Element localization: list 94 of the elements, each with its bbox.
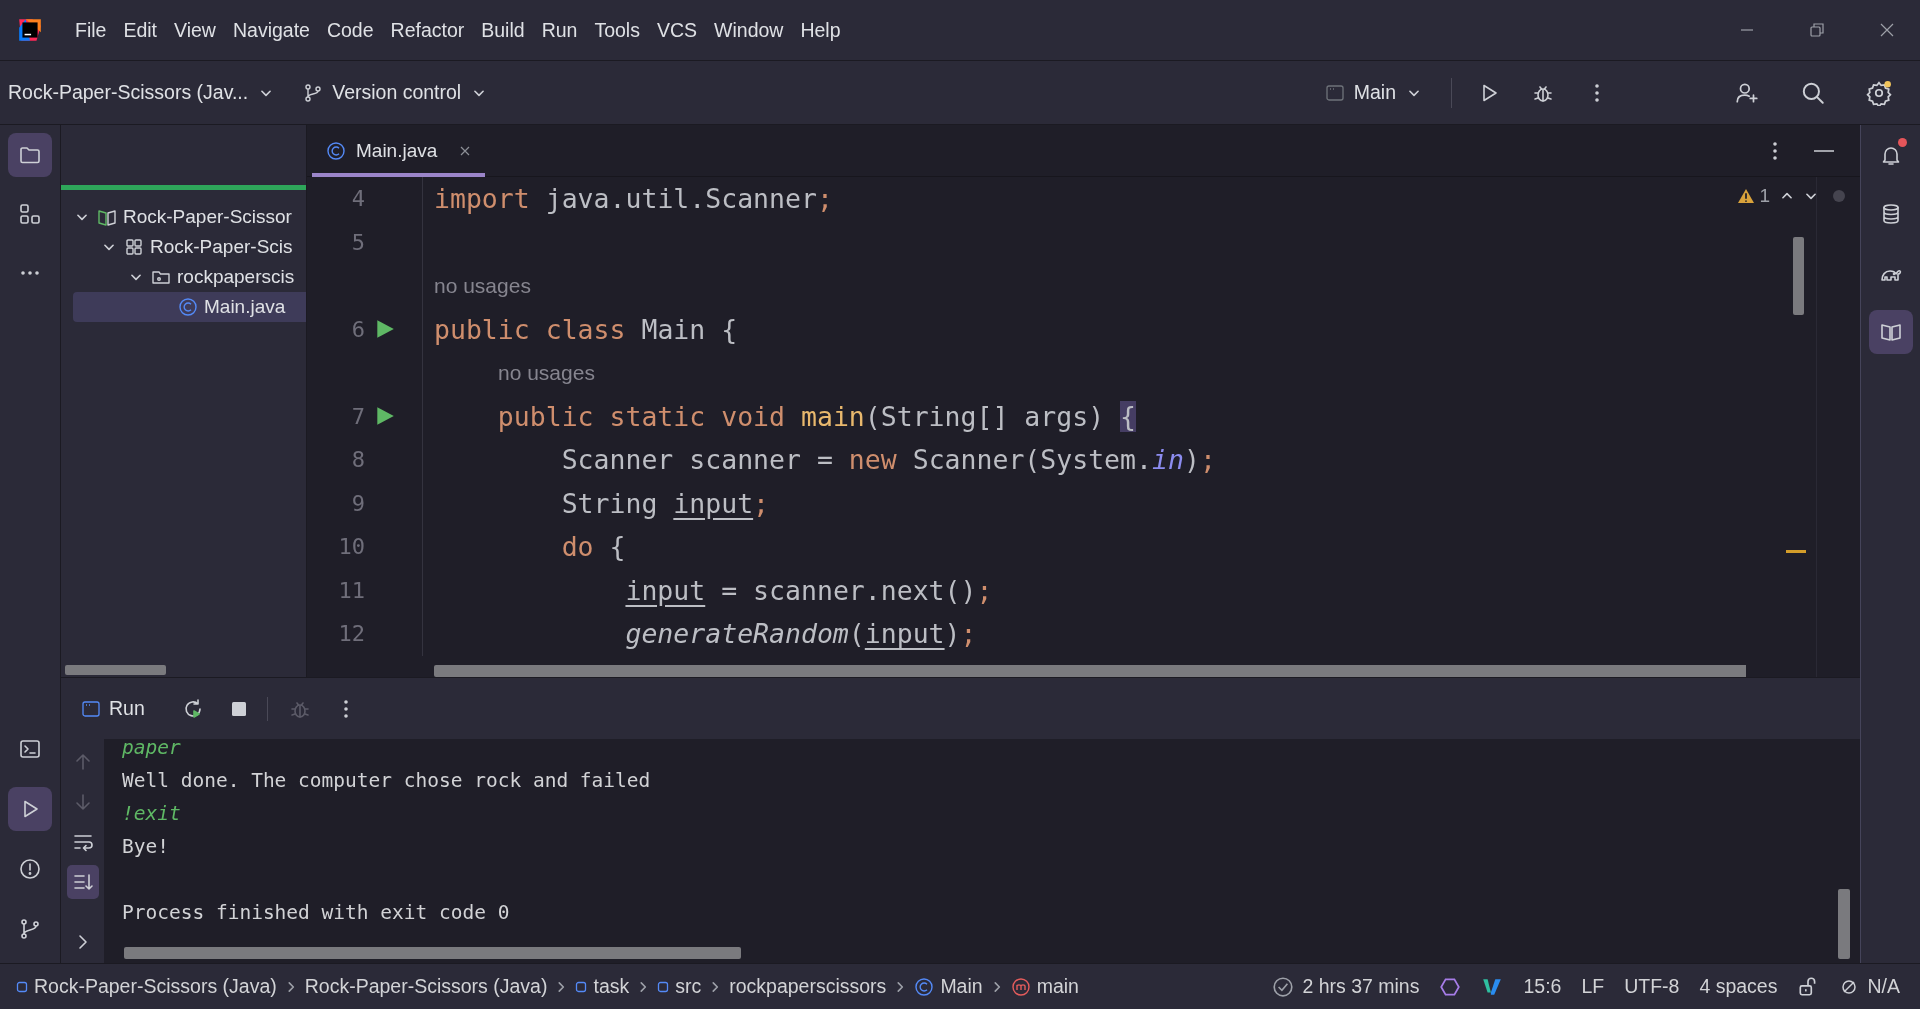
- file-encoding[interactable]: UTF-8: [1624, 975, 1680, 998]
- line-number: 11: [337, 577, 365, 603]
- tree-item[interactable]: Rock-Paper-Scis: [73, 232, 306, 262]
- restore-icon[interactable]: [1809, 22, 1825, 38]
- menu-item[interactable]: Run: [541, 16, 578, 44]
- code-line: String input;: [560, 487, 770, 519]
- structure-icon[interactable]: [18, 202, 42, 226]
- branch-icon[interactable]: [18, 917, 42, 941]
- menu-item[interactable]: View: [174, 16, 216, 44]
- check-circle-icon: [1272, 975, 1295, 998]
- code-line: import java.util.Scanner;: [434, 183, 833, 215]
- caret-position[interactable]: 15:6: [1523, 975, 1562, 998]
- menu-item[interactable]: Edit: [123, 16, 158, 44]
- line-number: 12: [337, 621, 365, 647]
- window-icon: [1324, 82, 1345, 103]
- project-selector[interactable]: Rock-Paper-Scissors (Jav...: [8, 77, 282, 108]
- menu-item[interactable]: Build: [481, 16, 525, 44]
- line-number: 9: [350, 490, 365, 516]
- hexagon-icon[interactable]: [1439, 975, 1462, 998]
- terminal-icon[interactable]: [18, 737, 42, 761]
- scrollbar[interactable]: [124, 947, 741, 959]
- scrollbar[interactable]: [1793, 237, 1804, 315]
- version-control-selector[interactable]: Version control: [303, 77, 495, 108]
- console-line: !exit: [122, 801, 182, 827]
- menu-item[interactable]: Window: [714, 16, 784, 44]
- breadcrumb[interactable]: Rock-Paper-Scissors (Java): [16, 975, 277, 998]
- menu-item[interactable]: File: [75, 16, 107, 44]
- menu-item[interactable]: VCS: [656, 16, 698, 44]
- console-line: Well done. The computer chose rock and failed: [122, 768, 652, 794]
- breadcrumb[interactable]: Main: [914, 975, 983, 998]
- run-tab[interactable]: Run: [81, 697, 145, 720]
- usage-hint[interactable]: no usages: [434, 273, 531, 298]
- warning-marker[interactable]: [1786, 550, 1806, 553]
- line-number: 6: [350, 316, 365, 342]
- module-icon: [124, 237, 144, 257]
- module-icon: [16, 980, 28, 993]
- book-icon: [97, 207, 117, 227]
- scrollbar[interactable]: [1838, 889, 1850, 959]
- breadcrumb[interactable]: src: [657, 975, 702, 998]
- console-line: Bye!: [122, 834, 170, 860]
- line-number: 4: [350, 186, 365, 212]
- line-number: 10: [337, 534, 365, 560]
- menu-item[interactable]: Help: [800, 16, 841, 44]
- breadcrumb[interactable]: Rock-Paper-Scissors (Java): [304, 975, 548, 998]
- line-number: 7: [350, 403, 365, 429]
- settings-icon[interactable]: [1866, 79, 1892, 106]
- run-configuration-selector[interactable]: Main: [1324, 77, 1429, 108]
- code-line: generateRandom(input);: [624, 618, 977, 650]
- menu-item[interactable]: Refactor: [390, 16, 465, 44]
- window-icon: [81, 698, 101, 719]
- breadcrumb[interactable]: rockpaperscissors: [729, 975, 887, 998]
- module-icon: [657, 980, 670, 993]
- class-icon: [914, 976, 935, 997]
- code-line: public class Main {: [434, 313, 738, 345]
- line-separator[interactable]: LF: [1581, 975, 1605, 998]
- line-number: 8: [350, 447, 365, 473]
- code-line: do {: [560, 531, 626, 563]
- warning-circle-icon[interactable]: [18, 857, 42, 881]
- usage-hint[interactable]: no usages: [498, 360, 595, 385]
- branch-icon: [303, 82, 324, 103]
- breadcrumb[interactable]: task: [575, 975, 630, 998]
- method-icon: [1010, 976, 1031, 997]
- time-tracker[interactable]: 2 hrs 37 mins: [1272, 975, 1420, 998]
- status-dot-icon: [1832, 190, 1845, 202]
- class-icon: [178, 297, 198, 317]
- warning-icon: [1737, 188, 1756, 204]
- run-icon[interactable]: [374, 405, 396, 428]
- code-line: public static void main(String[] args) {: [496, 400, 1137, 432]
- tree-item[interactable]: Main.java: [73, 292, 306, 322]
- run-icon[interactable]: [374, 318, 396, 341]
- tree-item[interactable]: Rock-Paper-Scissor: [73, 202, 306, 232]
- scrollbar[interactable]: [434, 665, 1746, 677]
- menu-item[interactable]: Code: [326, 16, 374, 44]
- close-icon[interactable]: [459, 144, 472, 157]
- notification-dot: [1897, 138, 1907, 147]
- warning-count[interactable]: 1: [1737, 185, 1770, 207]
- status-widget[interactable]: N/A: [1839, 975, 1900, 998]
- tree-item[interactable]: rockpaperscis: [73, 262, 306, 292]
- line-number: 5: [350, 229, 365, 255]
- indent-setting[interactable]: 4 spaces: [1699, 975, 1778, 998]
- minimize-icon[interactable]: [1814, 148, 1834, 153]
- console-line: paper: [122, 735, 182, 761]
- class-icon: [326, 140, 346, 161]
- breadcrumb[interactable]: main: [1010, 975, 1079, 998]
- close-icon[interactable]: [1879, 22, 1895, 38]
- editor-tab[interactable]: Main.java: [312, 124, 486, 177]
- app-logo[interactable]: [17, 17, 43, 43]
- menu-item[interactable]: Tools: [594, 16, 640, 44]
- scrollbar[interactable]: [65, 665, 166, 675]
- code-line: input = scanner.next();: [624, 574, 993, 606]
- console-line: Process finished with exit code 0: [122, 900, 511, 926]
- module-icon: [575, 980, 588, 993]
- code-line: Scanner scanner = new Scanner(System.in);: [560, 444, 1216, 476]
- menu-item[interactable]: Navigate: [232, 16, 310, 44]
